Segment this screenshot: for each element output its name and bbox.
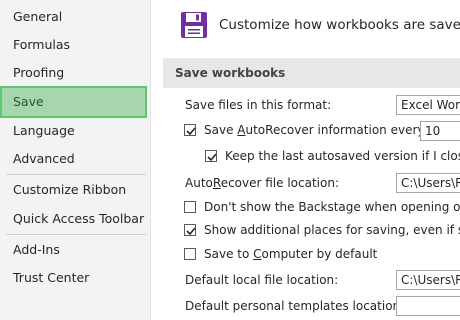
section-header-save-workbooks: Save workbooks [163, 58, 460, 88]
show-additional-places-checkbox[interactable] [184, 224, 196, 236]
sidebar-item-general[interactable]: General [0, 3, 147, 31]
sidebar-divider [6, 234, 146, 235]
default-templates-location-input[interactable] [396, 296, 460, 316]
checkmark-icon [186, 227, 196, 236]
autorecover-label-pre: Save [204, 123, 238, 137]
sidebar-item-advanced[interactable]: Advanced [0, 145, 147, 173]
default-templates-location-label: Default personal templates location: [185, 299, 405, 313]
save-to-computer-label: Save to Computer by default [204, 247, 377, 261]
checkmark-icon [207, 153, 217, 162]
autorecover-label-post: utoRecover information every [245, 123, 425, 137]
autorecover-location-label-post: ecover file location: [220, 176, 339, 190]
save-to-computer-label-pre: Save to [204, 247, 254, 261]
save-format-label: Save files in this format: [185, 98, 332, 112]
sidebar-item-formulas[interactable]: Formulas [0, 31, 147, 59]
autorecover-checkbox[interactable] [184, 124, 196, 136]
sidebar-item-quick-access-toolbar[interactable]: Quick Access Toolbar [0, 205, 147, 233]
autorecover-location-label-accesskey: R [212, 176, 221, 190]
keep-last-autosaved-checkbox[interactable] [205, 150, 217, 162]
show-additional-places-label: Show additional places for saving, even … [204, 223, 460, 237]
sidebar-item-trust-center[interactable]: Trust Center [0, 264, 147, 292]
sidebar-divider [6, 174, 146, 175]
checkmark-icon [186, 127, 196, 136]
autorecover-location-label-pre: Auto [185, 176, 213, 190]
sidebar-item-save[interactable]: Save [0, 86, 147, 118]
sidebar-item-customize-ribbon[interactable]: Customize Ribbon [0, 176, 147, 204]
save-options-panel: Customize how workbooks are saved. Save … [151, 0, 460, 320]
save-format-select[interactable]: Excel Work [396, 95, 460, 115]
autorecover-label-accesskey: A [237, 123, 246, 137]
save-to-computer-label-post: omputer by default [261, 247, 378, 261]
sidebar-item-proofing[interactable]: Proofing [0, 59, 147, 87]
floppy-disk-icon [180, 11, 208, 39]
autorecover-minutes-input[interactable]: 10 [420, 121, 460, 141]
autorecover-location-input[interactable]: C:\Users\Ra [396, 173, 460, 193]
sidebar-item-language[interactable]: Language [0, 117, 147, 145]
dont-show-backstage-checkbox[interactable] [184, 201, 196, 213]
save-to-computer-label-accesskey: C [253, 247, 262, 261]
dont-show-backstage-label: Don't show the Backstage when opening or… [204, 200, 460, 214]
banner-title: Customize how workbooks are saved. [219, 17, 460, 33]
sidebar-item-add-ins[interactable]: Add-Ins [0, 236, 147, 264]
options-sidebar: General Formulas Proofing Save Language … [0, 0, 151, 320]
autorecover-location-label: AutoRecover file location: [185, 176, 339, 190]
default-local-location-label: Default local file location: [185, 273, 339, 287]
save-to-computer-checkbox[interactable] [184, 248, 196, 260]
default-local-location-input[interactable]: C:\Users\Ra [396, 270, 460, 290]
keep-last-autosaved-label: Keep the last autosaved version if I clo… [225, 149, 460, 163]
autorecover-label: Save AutoRecover information every [204, 123, 424, 137]
banner: Customize how workbooks are saved. [151, 0, 460, 50]
